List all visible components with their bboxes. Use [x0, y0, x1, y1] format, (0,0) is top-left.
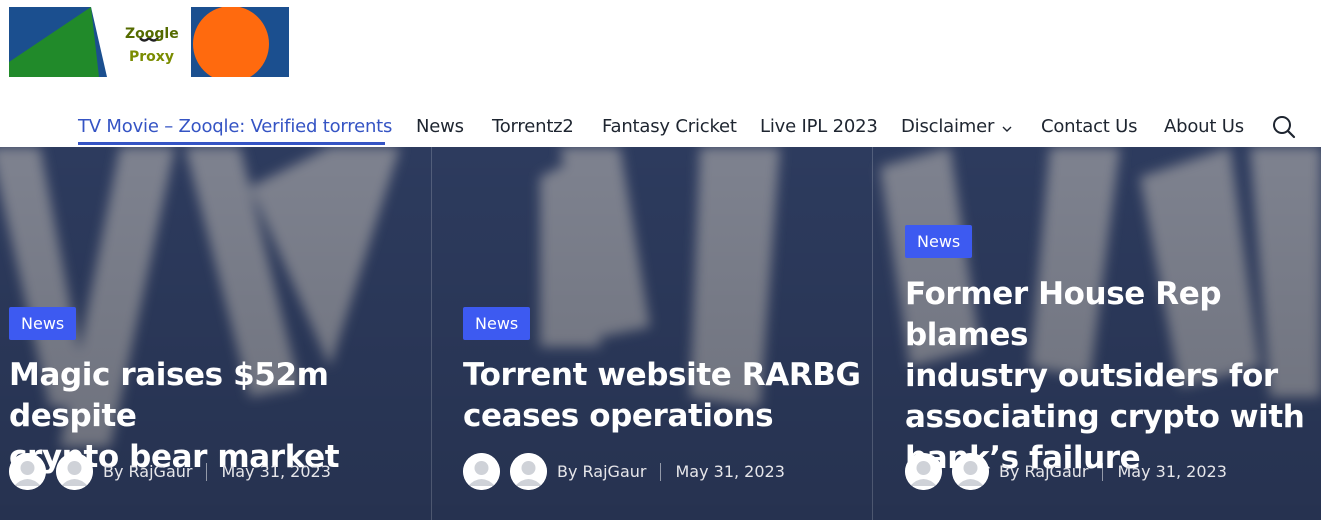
meta-separator	[660, 462, 662, 481]
avatar-placeholder-icon	[952, 453, 989, 490]
site-logo[interactable]: Zoogle Proxy	[9, 7, 289, 77]
nav-item-disclaimer[interactable]: Disclaimer	[901, 116, 1012, 138]
chevron-down-icon	[1002, 117, 1012, 138]
meta-separator	[206, 462, 208, 481]
nav-item-disclaimer-label: Disclaimer	[901, 116, 995, 137]
post-card[interactable]: News	[905, 225, 973, 258]
column-divider	[431, 147, 432, 520]
post-title-line: Magic raises $52m despite	[9, 357, 329, 434]
avatar-placeholder-icon	[463, 453, 500, 490]
post-card[interactable]: News	[463, 307, 531, 340]
post-title-line: associating crypto with	[905, 399, 1305, 435]
avatar	[952, 453, 989, 490]
avatar-placeholder-icon	[9, 453, 46, 490]
post-date: May 31, 2023	[675, 462, 785, 481]
avatar	[9, 453, 46, 490]
main-navigation: TV Movie – Zooqle: Verified torrents New…	[0, 108, 1321, 148]
post-title-line: industry outsiders for	[905, 358, 1278, 394]
category-badge[interactable]: News	[9, 307, 77, 340]
post-title[interactable]: Torrent website RARBG ceases operations	[463, 355, 863, 437]
nav-item-tv-movie[interactable]: TV Movie – Zooqle: Verified torrents	[78, 116, 392, 137]
post-date: May 31, 2023	[221, 462, 331, 481]
post-meta: By RajGaur May 31, 2023	[905, 453, 1227, 490]
nav-item-contact-us[interactable]: Contact Us	[1041, 116, 1138, 137]
nav-item-torrentz2[interactable]: Torrentz2	[492, 116, 574, 137]
post-title-line: Former House Rep blames	[905, 276, 1222, 353]
category-badge[interactable]: News	[463, 307, 531, 340]
avatar-placeholder-icon	[905, 453, 942, 490]
avatar	[56, 453, 93, 490]
logo-text-line2: Proxy	[129, 49, 174, 65]
avatar-placeholder-icon	[510, 453, 547, 490]
avatar-placeholder-icon	[56, 453, 93, 490]
avatar	[905, 453, 942, 490]
post-author[interactable]: By RajGaur	[999, 462, 1088, 481]
post-author[interactable]: By RajGaur	[557, 462, 646, 481]
post-title[interactable]: Former House Rep blames industry outside…	[905, 274, 1317, 479]
logo-text-line1: Zoogle	[125, 26, 179, 42]
active-nav-indicator	[78, 142, 385, 145]
search-icon[interactable]	[1271, 114, 1297, 140]
nav-item-live-ipl[interactable]: Live IPL 2023	[760, 116, 878, 137]
featured-posts: News Magic raises $52m despite crypto be…	[0, 147, 1321, 520]
post-date: May 31, 2023	[1117, 462, 1227, 481]
post-title-line: ceases operations	[463, 398, 774, 434]
post-meta: By RajGaur May 31, 2023	[463, 453, 785, 490]
logo-graphic	[9, 7, 289, 77]
post-title-line: Torrent website RARBG	[463, 357, 861, 393]
nav-item-news[interactable]: News	[416, 116, 464, 137]
nav-item-about-us[interactable]: About Us	[1164, 116, 1244, 137]
post-meta: By RajGaur May 31, 2023	[9, 453, 331, 490]
avatar	[463, 453, 500, 490]
nav-item-fantasy-cricket[interactable]: Fantasy Cricket	[602, 116, 737, 137]
avatar	[510, 453, 547, 490]
category-badge[interactable]: News	[905, 225, 973, 258]
post-author[interactable]: By RajGaur	[103, 462, 192, 481]
column-divider	[872, 147, 873, 520]
meta-separator	[1102, 462, 1104, 481]
post-card[interactable]: News	[9, 307, 77, 340]
